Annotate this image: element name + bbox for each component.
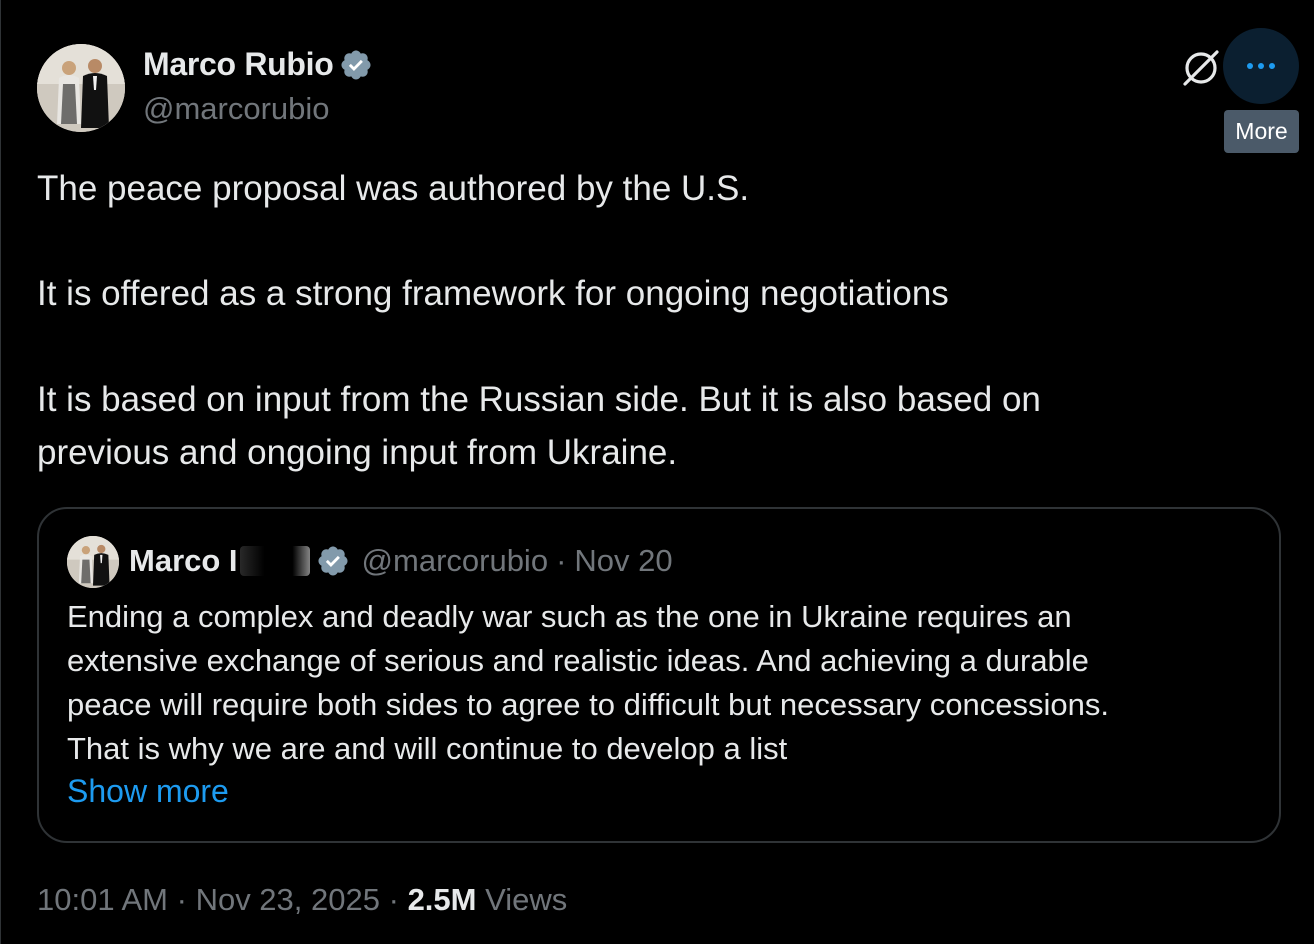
meta-separator: · <box>388 882 399 917</box>
author-name[interactable]: Marco Rubio <box>143 46 373 83</box>
tweet-paragraph-2: It is offered as a strong framework for … <box>37 274 949 313</box>
more-tooltip: More <box>1224 110 1299 153</box>
quoted-text: Ending a complex and deadly war such as … <box>67 595 1257 771</box>
meta-separator: · <box>176 882 187 917</box>
views-label: Views <box>485 882 568 917</box>
grok-icon[interactable] <box>1181 48 1221 88</box>
quoted-author-handle[interactable]: @marcorubio <box>362 543 549 579</box>
author-avatar[interactable] <box>37 44 125 132</box>
quoted-date[interactable]: Nov 20 <box>574 543 672 579</box>
tweet-date[interactable]: Nov 23, 2025 <box>196 882 380 917</box>
more-dots-icon <box>1247 63 1275 69</box>
quoted-text-line: That is why we are and will continue to … <box>67 731 788 766</box>
quoted-text-line: Ending a complex and deadly war such as … <box>67 599 1072 634</box>
quoted-verified-badge-icon <box>316 544 350 578</box>
tweet: Marco Rubio @marcorubio More The peace p… <box>0 0 1314 944</box>
show-more-link[interactable]: Show more <box>67 773 229 810</box>
author-name-text[interactable]: Marco Rubio <box>143 46 334 83</box>
tweet-paragraph-3-line-2: previous and ongoing input from Ukraine. <box>37 433 678 472</box>
quoted-author-avatar[interactable] <box>67 536 119 588</box>
quoted-text-line: extensive exchange of serious and realis… <box>67 643 1089 678</box>
quoted-author-name[interactable]: Marco I <box>129 543 238 579</box>
tweet-paragraph-1: The peace proposal was authored by the U… <box>37 169 750 208</box>
quoted-author-name-obscured <box>239 546 310 576</box>
author-handle[interactable]: @marcorubio <box>143 91 330 127</box>
verified-badge-icon[interactable] <box>339 48 373 82</box>
more-button[interactable] <box>1223 28 1299 104</box>
tweet-paragraph-3-line-1: It is based on input from the Russian si… <box>37 380 1041 419</box>
views-count: 2.5M <box>407 882 477 917</box>
tweet-meta: 10:01 AM · Nov 23, 2025 · 2.5M Views <box>37 882 567 918</box>
quoted-separator: · <box>556 543 567 578</box>
tweet-time[interactable]: 10:01 AM <box>37 882 168 917</box>
quoted-header: Marco I @marcorubio · Nov 20 <box>129 541 673 581</box>
quoted-text-line: peace will require both sides to agree t… <box>67 687 1109 722</box>
quoted-tweet[interactable]: Marco I @marcorubio · Nov 20 Ending a co… <box>37 507 1281 843</box>
